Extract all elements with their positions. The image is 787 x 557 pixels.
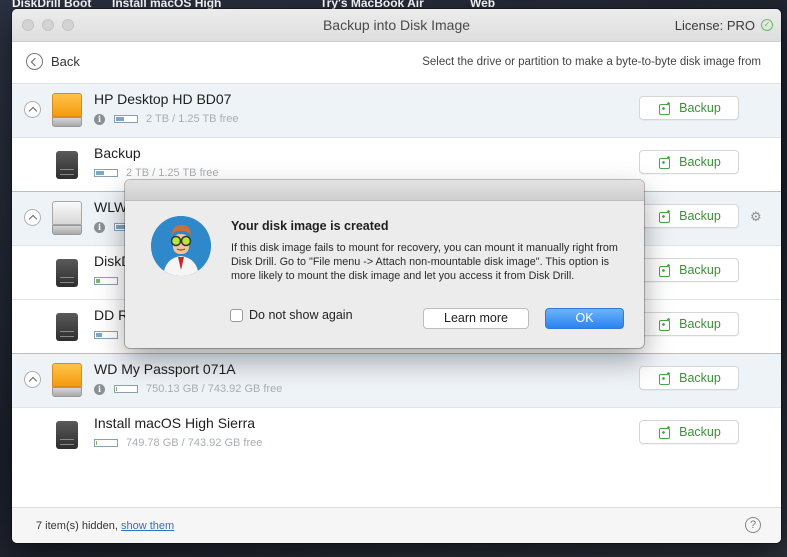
- collapse-icon[interactable]: [24, 101, 41, 118]
- show-hidden-link[interactable]: show them: [121, 520, 174, 532]
- capacity-text: 749.78 GB / 743.92 GB free: [126, 437, 263, 449]
- license-label[interactable]: License: PRO: [675, 18, 755, 33]
- drive-name: HP Desktop HD BD07: [94, 91, 232, 107]
- collapse-icon[interactable]: [24, 209, 41, 226]
- info-icon[interactable]: i: [94, 384, 105, 395]
- backup-button[interactable]: Backup: [639, 420, 739, 444]
- backup-button[interactable]: Backup: [639, 258, 739, 282]
- list-item[interactable]: WD My Passport 071A i 750.13 GB / 743.92…: [12, 354, 781, 408]
- capacity-bar: [114, 115, 138, 123]
- partition-name: Backup: [94, 145, 141, 161]
- backup-label: Backup: [679, 371, 721, 385]
- drive-name: WLW: [94, 199, 128, 215]
- backup-label: Backup: [679, 425, 721, 439]
- capacity-bar: [94, 331, 118, 339]
- info-icon[interactable]: i: [94, 222, 105, 233]
- dialog-title-bar: [125, 180, 644, 201]
- backup-button[interactable]: Backup: [639, 150, 739, 174]
- partition-icon: [56, 421, 78, 449]
- dialog-title: Your disk image is created: [231, 219, 389, 233]
- backup-label: Backup: [679, 317, 721, 331]
- backup-label: Backup: [679, 155, 721, 169]
- partition-name: DD R: [94, 307, 129, 323]
- list-item[interactable]: Install macOS High Sierra 749.78 GB / 74…: [12, 408, 781, 462]
- disk-image-created-dialog: Your disk image is created If this disk …: [125, 180, 644, 348]
- capacity-text: 750.13 GB / 743.92 GB free: [146, 383, 283, 395]
- hard-drive-icon: [52, 93, 82, 127]
- backup-label: Backup: [679, 101, 721, 115]
- ok-button[interactable]: OK: [545, 308, 624, 329]
- collapse-icon[interactable]: [24, 371, 41, 388]
- capacity-bar: [94, 169, 118, 177]
- backup-button[interactable]: Backup: [639, 366, 739, 390]
- help-icon[interactable]: ?: [745, 517, 761, 533]
- backup-icon: [657, 263, 671, 277]
- backup-icon: [657, 155, 671, 169]
- partition-icon: [56, 259, 78, 287]
- back-button[interactable]: Back: [26, 53, 80, 70]
- partition-name: Install macOS High Sierra: [94, 415, 256, 431]
- gear-icon[interactable]: ⚙: [750, 210, 762, 223]
- disk-drill-mascot-icon: [151, 216, 211, 276]
- capacity-text: 2 TB / 1.25 TB free: [126, 167, 219, 179]
- capacity-bar: [94, 439, 118, 447]
- window-title: Backup into Disk Image: [322, 17, 471, 33]
- drive-name: WD My Passport 071A: [94, 361, 236, 377]
- checkbox-icon[interactable]: [230, 308, 243, 322]
- backup-icon: [657, 371, 671, 385]
- nav-bar: Back Select the drive or partition to ma…: [12, 42, 781, 84]
- backup-icon: [657, 101, 671, 115]
- capacity-text: 2 TB / 1.25 TB free: [146, 113, 239, 125]
- backup-icon: [657, 209, 671, 223]
- capacity-bar: [94, 277, 118, 285]
- hard-drive-icon: [52, 201, 82, 235]
- checkbox-label: Do not show again: [249, 308, 353, 322]
- partition-icon: [56, 313, 78, 341]
- capacity-bar: [114, 385, 138, 393]
- hidden-items-text: 7 item(s) hidden, show them: [36, 520, 174, 532]
- list-item[interactable]: HP Desktop HD BD07 i 2 TB / 1.25 TB free…: [12, 84, 781, 138]
- do-not-show-again-checkbox[interactable]: Do not show again: [230, 308, 353, 322]
- hidden-count-label: 7 item(s) hidden,: [36, 520, 118, 532]
- partition-icon: [56, 151, 78, 179]
- backup-icon: [657, 425, 671, 439]
- title-bar: Backup into Disk Image License: PRO ✓: [12, 9, 781, 42]
- backup-button[interactable]: Backup: [639, 96, 739, 120]
- backup-label: Backup: [679, 209, 721, 223]
- backup-icon: [657, 317, 671, 331]
- check-circle-icon: ✓: [761, 19, 773, 31]
- hard-drive-icon: [52, 363, 82, 397]
- chevron-left-icon: [26, 53, 43, 70]
- backup-button[interactable]: Backup: [639, 312, 739, 336]
- back-label: Back: [51, 54, 80, 69]
- info-icon[interactable]: i: [94, 114, 105, 125]
- learn-more-button[interactable]: Learn more: [423, 308, 529, 329]
- instruction-text: Select the drive or partition to make a …: [422, 56, 761, 68]
- backup-label: Backup: [679, 263, 721, 277]
- dialog-message: If this disk image fails to mount for re…: [231, 242, 618, 282]
- backup-button[interactable]: Backup: [639, 204, 739, 228]
- status-bar: 7 item(s) hidden, show them ?: [12, 507, 781, 543]
